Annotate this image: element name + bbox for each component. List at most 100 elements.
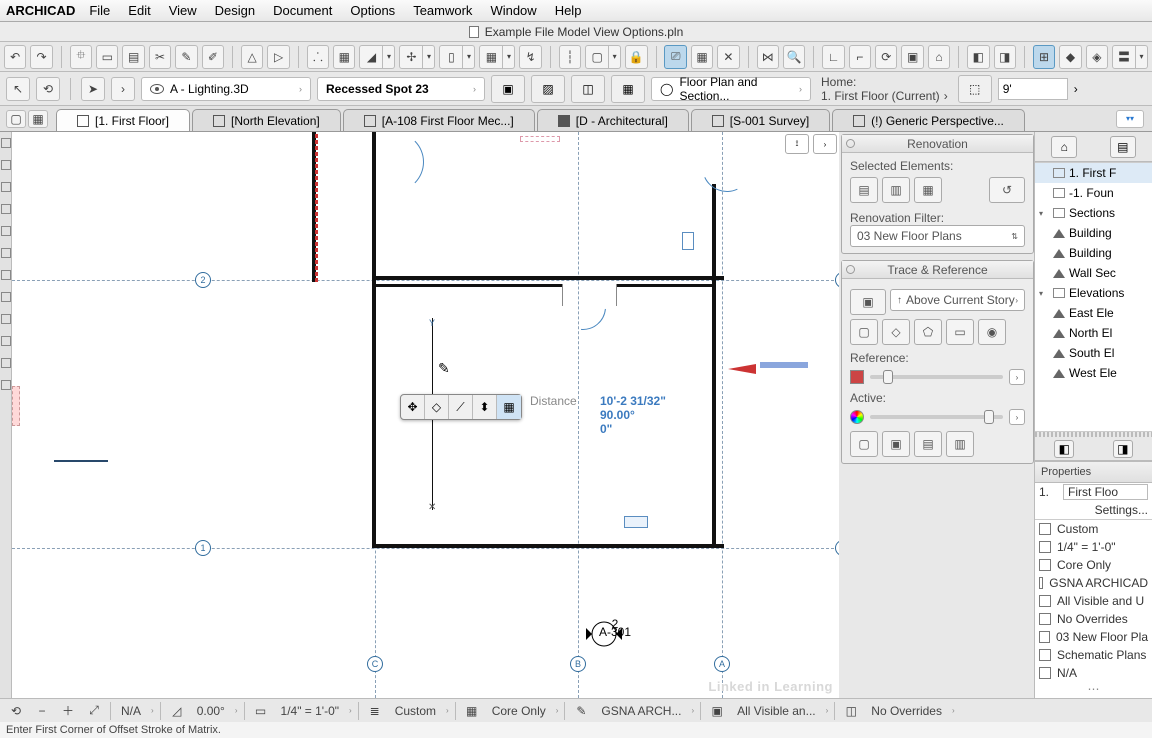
- quick-row[interactable]: Custom: [1035, 520, 1152, 538]
- chevron-down-icon[interactable]: ▾: [609, 45, 621, 69]
- chevron-right-icon[interactable]: ›: [111, 77, 135, 101]
- menu-design[interactable]: Design: [215, 3, 255, 18]
- pet-palette[interactable]: ✥ ◇ ⟋ ⬍ ▦: [400, 394, 522, 420]
- transform-icon[interactable]: ◈: [1086, 45, 1108, 69]
- tool-item[interactable]: [1, 138, 11, 148]
- trace-story[interactable]: ↑ Above Current Story ›: [890, 289, 1025, 311]
- measure-icon[interactable]: ▦: [691, 45, 713, 69]
- rotate-icon[interactable]: ◇: [425, 395, 449, 419]
- quick-row[interactable]: N/A: [1035, 664, 1152, 682]
- tool-item[interactable]: [1, 270, 11, 280]
- cube-icon[interactable]: ▣: [491, 75, 525, 103]
- quick-row[interactable]: All Visible and U: [1035, 592, 1152, 610]
- corner-icon[interactable]: ⌐: [849, 45, 871, 69]
- active-color-swatch[interactable]: [850, 410, 864, 424]
- menu-view[interactable]: View: [169, 3, 197, 18]
- loop-icon[interactable]: ⟲: [36, 77, 60, 101]
- arrow-tool[interactable]: ➤: [81, 77, 105, 101]
- props-mode[interactable]: ◨: [1113, 440, 1133, 458]
- trace-tool[interactable]: ⬠: [914, 319, 942, 345]
- tool-item[interactable]: [1, 380, 11, 390]
- status-custom[interactable]: Custom: [391, 704, 440, 718]
- ref-color-swatch[interactable]: [850, 370, 864, 384]
- tree-branch[interactable]: ▾Elevations: [1035, 283, 1152, 303]
- status-struct[interactable]: Core Only: [488, 704, 550, 718]
- tab-north-elevation[interactable]: [North Elevation]: [192, 109, 341, 131]
- tool-item[interactable]: [1, 336, 11, 346]
- chevron-right-icon[interactable]: ›: [952, 706, 955, 715]
- single-view-icon[interactable]: ▢: [6, 110, 26, 128]
- chevron-right-icon[interactable]: ›: [1074, 82, 1078, 96]
- vertical-guide-icon[interactable]: ┆: [559, 45, 581, 69]
- menu-help[interactable]: Help: [555, 3, 582, 18]
- status-pen[interactable]: GSNA ARCH...: [597, 704, 685, 718]
- tree-node[interactable]: North El: [1035, 323, 1152, 343]
- navigator-mode[interactable]: ⌂: [1051, 136, 1077, 158]
- undo-button[interactable]: ↶: [4, 45, 26, 69]
- demolish-status-button[interactable]: ▥: [882, 177, 910, 203]
- refresh-icon[interactable]: ⟲: [6, 702, 26, 720]
- pencil-icon[interactable]: ✐: [202, 45, 224, 69]
- trim-icon[interactable]: ✂: [149, 45, 171, 69]
- redo-button[interactable]: ↷: [30, 45, 52, 69]
- menu-teamwork[interactable]: Teamwork: [413, 3, 472, 18]
- chevron-down-icon[interactable]: ▾: [383, 45, 395, 69]
- trace-tool[interactable]: ◇: [882, 319, 910, 345]
- chevron-right-icon[interactable]: ›: [1009, 369, 1025, 385]
- multiply-icon[interactable]: ▦: [497, 395, 521, 419]
- menu-options[interactable]: Options: [350, 3, 395, 18]
- props-mode[interactable]: ◧: [1054, 440, 1074, 458]
- trace-toggle[interactable]: ▣: [850, 289, 886, 315]
- intersect-toggle[interactable]: ⊞: [1033, 45, 1055, 69]
- more-icon[interactable]: 〓: [1112, 45, 1136, 69]
- tool-item[interactable]: [1, 292, 11, 302]
- angle-icon[interactable]: ∟: [822, 45, 844, 69]
- tab-perspective[interactable]: (!) Generic Perspective...: [832, 109, 1025, 131]
- chevron-right-icon[interactable]: ›: [691, 706, 694, 715]
- set-orientation-icon[interactable]: ⟟: [785, 134, 809, 154]
- cursor-icon[interactable]: ↖: [6, 77, 30, 101]
- menu-edit[interactable]: Edit: [128, 3, 150, 18]
- selection-name[interactable]: Recessed Spot 23 ›: [317, 77, 485, 101]
- home-value[interactable]: 1. First Floor (Current): [821, 89, 940, 103]
- workplane-icon[interactable]: ◢: [359, 45, 383, 69]
- tool-item[interactable]: [1, 182, 11, 192]
- menu-window[interactable]: Window: [490, 3, 536, 18]
- tool-item[interactable]: [1, 248, 11, 258]
- tree-node[interactable]: South El: [1035, 343, 1152, 363]
- trace-action[interactable]: ▤: [914, 431, 942, 457]
- tool-item[interactable]: [1, 226, 11, 236]
- chevron-down-icon[interactable]: ▾: [423, 45, 435, 69]
- quick-row[interactable]: Core Only: [1035, 556, 1152, 574]
- chevron-right-icon[interactable]: ›: [826, 706, 829, 715]
- chevron-right-icon[interactable]: ›: [1009, 409, 1025, 425]
- menu-document[interactable]: Document: [273, 3, 332, 18]
- chevron-down-icon[interactable]: ▾: [463, 45, 475, 69]
- cube3-icon[interactable]: ◫: [571, 75, 605, 103]
- cross-icon[interactable]: ✕: [717, 45, 739, 69]
- status-gdo[interactable]: No Overrides: [867, 704, 946, 718]
- chevron-down-icon[interactable]: ▾: [1136, 45, 1148, 69]
- tool-item[interactable]: [1, 204, 11, 214]
- prop-value[interactable]: First Floo: [1063, 484, 1148, 500]
- tree-node[interactable]: Wall Sec: [1035, 263, 1152, 283]
- mirror-h-icon[interactable]: △: [241, 45, 263, 69]
- home-icon[interactable]: ⌂: [928, 45, 950, 69]
- tab-overflow[interactable]: ▾▾: [1116, 110, 1144, 128]
- chevron-down-icon[interactable]: ▾: [503, 45, 515, 69]
- square-icon[interactable]: ▢: [585, 45, 609, 69]
- layer-icon[interactable]: ▣: [901, 45, 923, 69]
- multi-view-icon[interactable]: ▦: [28, 110, 48, 128]
- project-plane-icon[interactable]: ✢: [399, 45, 423, 69]
- chevron-right-icon[interactable]: ›: [151, 706, 154, 715]
- cube4-icon[interactable]: ▦: [611, 75, 645, 103]
- chevron-right-icon[interactable]: ›: [556, 706, 559, 715]
- reset-status-button[interactable]: ↺: [989, 177, 1025, 203]
- elevate-icon[interactable]: ⬍: [473, 395, 497, 419]
- mirror-icon[interactable]: ⟋: [449, 395, 473, 419]
- tab-s001[interactable]: [S-001 Survey]: [691, 109, 830, 131]
- magnifier-icon[interactable]: 🔍: [783, 45, 805, 69]
- ref-opacity-slider[interactable]: [870, 375, 1003, 379]
- chevron-right-icon[interactable]: ›: [446, 706, 449, 715]
- menu-file[interactable]: File: [89, 3, 110, 18]
